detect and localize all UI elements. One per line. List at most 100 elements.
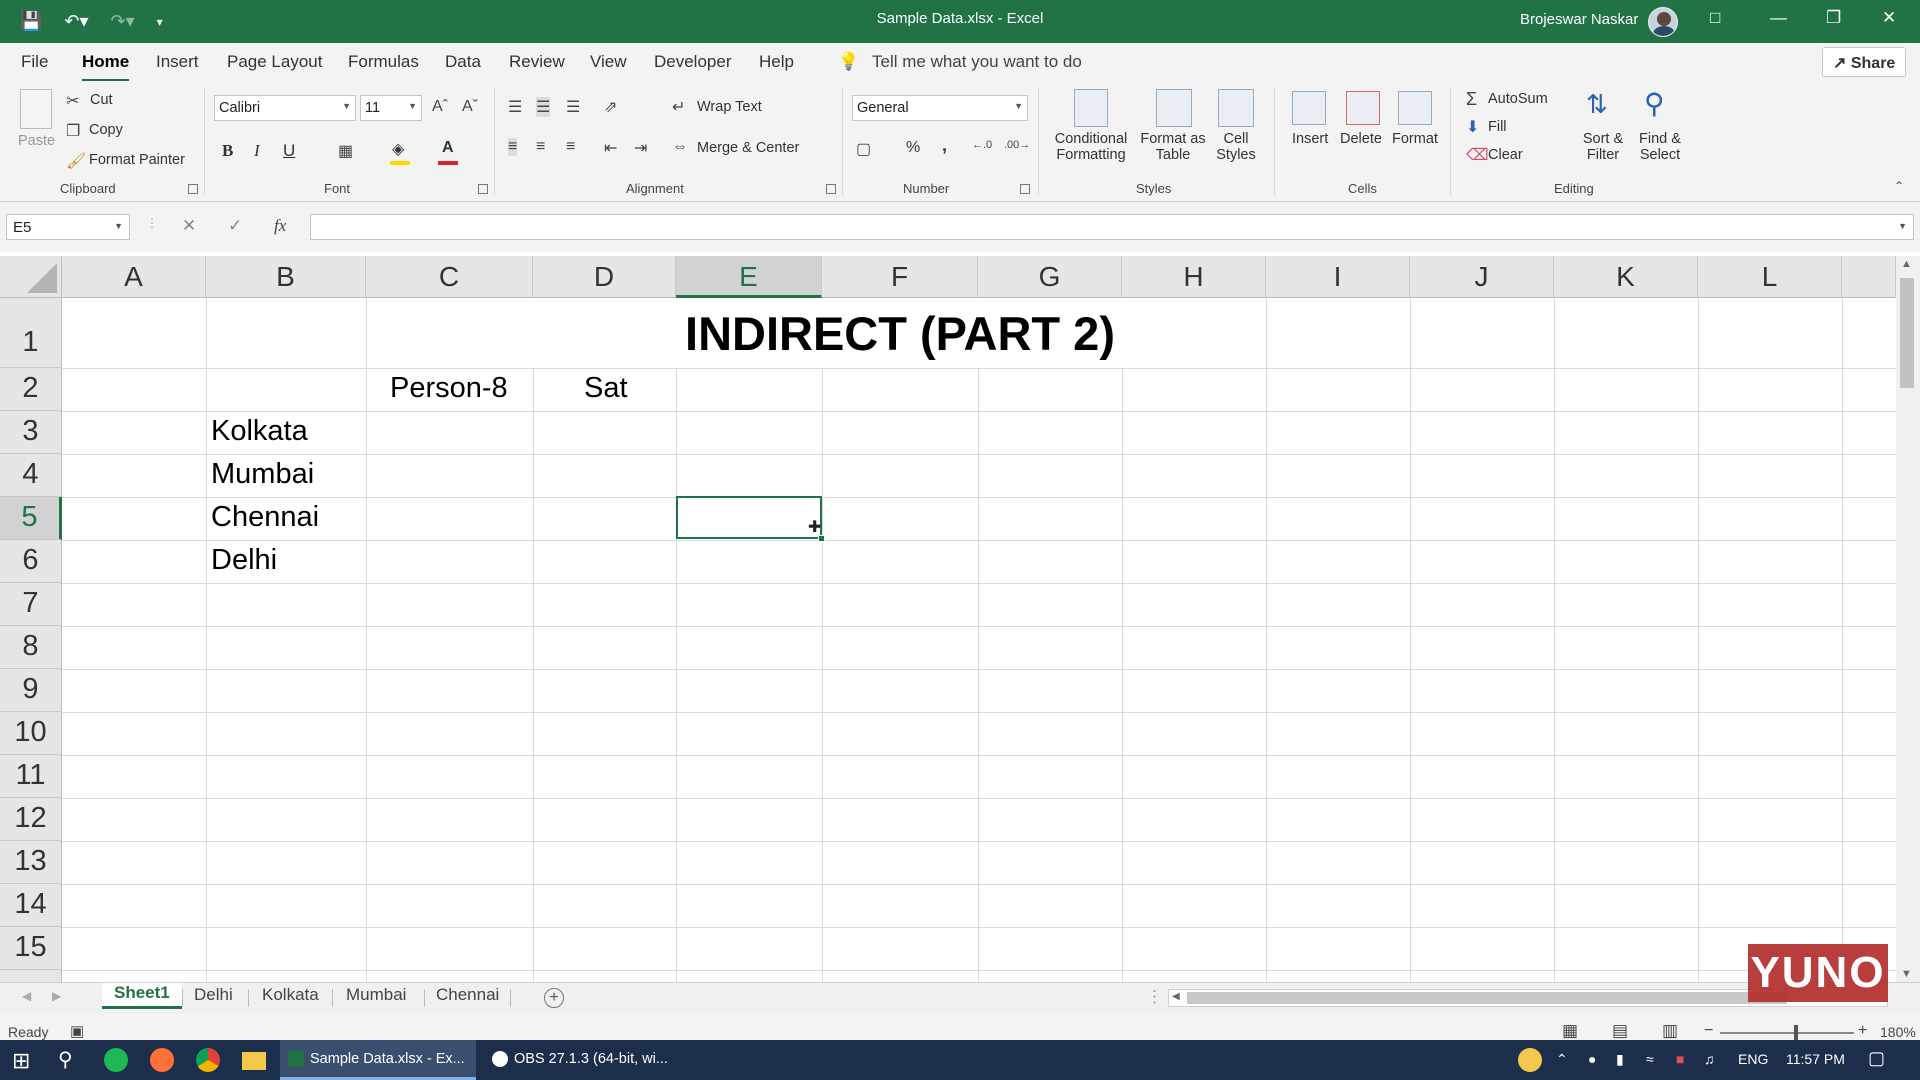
format-cells-icon[interactable] [1398, 91, 1432, 125]
increase-indent-icon[interactable]: ⇥ [634, 138, 647, 158]
ribbon-display-options-icon[interactable]: □ [1710, 8, 1720, 28]
enter-formula-icon[interactable]: ✓ [228, 216, 242, 236]
clear-button[interactable]: Clear [1488, 147, 1523, 163]
tab-developer[interactable]: Developer [654, 52, 732, 72]
column-header-h[interactable]: H [1122, 256, 1266, 298]
row-header-2[interactable]: 2 [0, 368, 62, 411]
number-launcher-icon[interactable] [1020, 184, 1030, 194]
sheet-tab-delhi[interactable]: Delhi [194, 985, 233, 1005]
cancel-formula-icon[interactable]: ✕ [182, 216, 196, 236]
close-icon[interactable]: ✕ [1882, 8, 1896, 28]
scroll-down-icon[interactable]: ▼ [1901, 968, 1912, 980]
taskbar-item-excel[interactable]: Sample Data.xlsx - Ex... [280, 1040, 476, 1080]
zoom-level[interactable]: 180% [1880, 1024, 1916, 1040]
column-header-f[interactable]: F [822, 256, 978, 298]
tab-formulas[interactable]: Formulas [348, 52, 419, 72]
help-icon[interactable] [1518, 1048, 1542, 1072]
alignment-launcher-icon[interactable] [826, 184, 836, 194]
borders-icon[interactable]: ▦ [338, 141, 353, 161]
delete-cells-icon[interactable] [1346, 91, 1380, 125]
row-header-14[interactable]: 14 [0, 884, 62, 927]
font-size-select[interactable]: 11 ▼ [360, 95, 422, 121]
cut-icon[interactable]: ✂ [66, 91, 79, 111]
cell-styles-button[interactable]: Cell Styles [1206, 131, 1266, 163]
split-handle-icon[interactable]: ⋮ [1146, 987, 1163, 1007]
file-explorer-icon[interactable] [242, 1052, 266, 1070]
format-painter-icon[interactable]: 🖌 [66, 151, 86, 171]
zoom-slider[interactable] [1720, 1032, 1854, 1034]
restore-icon[interactable]: ❐ [1826, 8, 1841, 28]
column-header-d[interactable]: D [533, 256, 676, 298]
cell-title-merged[interactable]: INDIRECT (PART 2) [676, 306, 1124, 361]
column-header-c[interactable]: C [366, 256, 533, 298]
delete-cells-button[interactable]: Delete [1340, 131, 1382, 147]
tab-help[interactable]: Help [759, 52, 794, 72]
clock[interactable]: 11:57 PM [1786, 1051, 1845, 1067]
cell-b3[interactable]: Kolkata [211, 415, 308, 448]
decrease-indent-icon[interactable]: ⇤ [604, 138, 617, 158]
column-header-i[interactable]: I [1266, 256, 1410, 298]
language-indicator[interactable]: ENG [1738, 1051, 1768, 1067]
vertical-scroll-thumb[interactable] [1900, 278, 1914, 388]
tab-review[interactable]: Review [509, 52, 565, 72]
cell-d2[interactable]: Sat [584, 372, 628, 405]
tab-home[interactable]: Home [82, 52, 130, 82]
conditional-formatting-icon[interactable] [1074, 89, 1108, 127]
decrease-font-icon[interactable]: Aˇ [462, 98, 478, 116]
comma-button[interactable]: , [942, 135, 947, 156]
copy-button[interactable]: Copy [89, 122, 123, 138]
paste-button[interactable]: Paste [18, 133, 55, 149]
row-header-5[interactable]: 5 [0, 497, 62, 540]
increase-decimal-icon[interactable]: ←.0 [972, 139, 992, 151]
autosum-icon[interactable]: Σ [1466, 89, 1477, 110]
row-header-15[interactable]: 15 [0, 927, 62, 970]
wrap-text-icon[interactable]: ↵ [672, 97, 685, 117]
insert-cells-icon[interactable] [1292, 91, 1326, 125]
page-break-view-icon[interactable]: ▥ [1662, 1021, 1678, 1041]
prev-sheet-icon[interactable]: ◀ [22, 989, 31, 1003]
accounting-format-icon[interactable]: ▢ [856, 139, 871, 159]
format-painter-button[interactable]: Format Painter [89, 152, 185, 168]
conditional-formatting-button[interactable]: Conditional Formatting [1048, 131, 1134, 163]
zoom-slider-knob[interactable] [1794, 1025, 1798, 1041]
notification-icon[interactable]: ▢ [1868, 1048, 1885, 1069]
fill-button[interactable]: Fill [1488, 119, 1507, 135]
paste-icon[interactable] [20, 89, 52, 129]
normal-view-icon[interactable]: ▦ [1562, 1021, 1578, 1041]
align-center-icon[interactable]: ≡ [536, 138, 545, 156]
format-as-table-button[interactable]: Format as Table [1134, 131, 1212, 163]
font-launcher-icon[interactable] [478, 184, 488, 194]
bold-button[interactable]: B [222, 141, 233, 161]
worksheet-grid[interactable]: A B C D E F G H I J K L 1 2 3 4 5 6 7 8 … [0, 256, 1896, 982]
row-header-4[interactable]: 4 [0, 454, 62, 497]
align-right-icon[interactable]: ≡ [566, 138, 575, 156]
cell-b4[interactable]: Mumbai [211, 458, 314, 491]
column-header-b[interactable]: B [206, 256, 366, 298]
column-header-j[interactable]: J [1410, 256, 1554, 298]
tray-expand-icon[interactable]: ⌃ [1556, 1051, 1568, 1068]
format-cells-button[interactable]: Format [1392, 131, 1438, 147]
decrease-decimal-icon[interactable]: .00→ [1004, 139, 1030, 151]
firefox-icon[interactable] [150, 1048, 174, 1072]
volume-icon[interactable]: ♫ [1704, 1051, 1715, 1067]
sort-filter-icon[interactable]: ⇅ [1586, 89, 1608, 120]
user-avatar[interactable] [1648, 7, 1678, 37]
microphone-icon[interactable]: ● [1588, 1051, 1596, 1067]
tab-insert[interactable]: Insert [156, 52, 199, 72]
wrap-text-button[interactable]: Wrap Text [697, 99, 762, 115]
scroll-up-icon[interactable]: ▲ [1901, 258, 1912, 270]
tab-view[interactable]: View [590, 52, 627, 72]
windows-start-icon[interactable]: ⊞ [12, 1048, 30, 1074]
zoom-out-icon[interactable]: − [1704, 1022, 1713, 1040]
horizontal-scroll-thumb[interactable] [1187, 992, 1787, 1004]
collapse-ribbon-icon[interactable]: ⌃ [1894, 179, 1904, 193]
share-button[interactable]: ↗ Share [1822, 47, 1906, 77]
taskbar-item-obs[interactable]: OBS 27.1.3 (64-bit, wi... [484, 1040, 684, 1080]
tab-page-layout[interactable]: Page Layout [227, 52, 322, 72]
row-header-7[interactable]: 7 [0, 583, 62, 626]
name-box[interactable]: E5 ▼ [6, 214, 130, 240]
zoom-in-icon[interactable]: + [1858, 1022, 1867, 1040]
tell-me-search[interactable]: Tell me what you want to do [872, 52, 1082, 72]
minimize-icon[interactable]: — [1770, 8, 1787, 28]
row-header-13[interactable]: 13 [0, 841, 62, 884]
